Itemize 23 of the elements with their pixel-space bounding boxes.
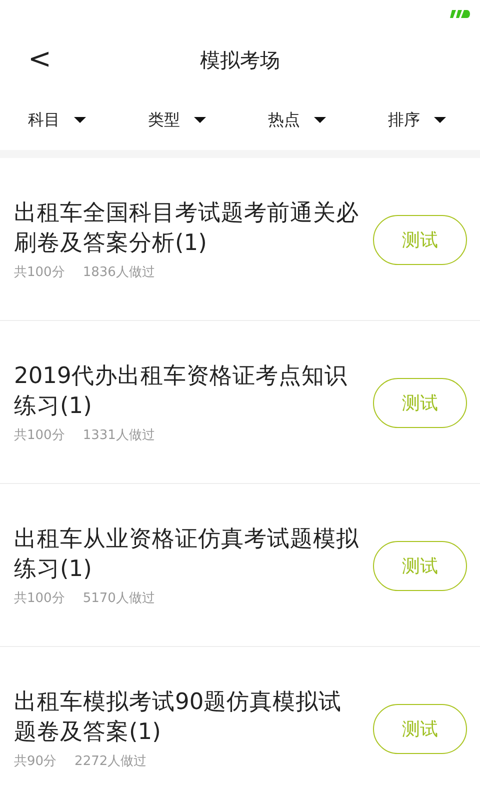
exam-title: 2019代办出租车资格证考点知识练习(1) <box>14 362 348 421</box>
caret-icon <box>434 117 446 123</box>
caret-icon <box>74 117 86 123</box>
page-title: 模拟考场 <box>200 46 280 74</box>
takers-count: 5170人做过 <box>82 590 155 608</box>
caret-icon <box>314 117 326 123</box>
filter-dropdown[interactable]: 类型 <box>120 110 206 130</box>
filter-dropdown[interactable]: 热点 <box>240 110 326 130</box>
caret-icon <box>194 117 206 123</box>
exam-title: 出租车从业资格证仿真考试题模拟练习(1) <box>14 525 359 584</box>
takers-count: 1836人做过 <box>82 264 155 282</box>
takers-count: 2272人做过 <box>74 753 147 771</box>
score-text: 共100分 <box>14 590 65 608</box>
score-text: 共100分 <box>14 427 65 445</box>
filter-dropdown[interactable]: 排序 <box>360 110 446 130</box>
score-text: 共100分 <box>14 264 65 282</box>
score-text: 共90分 <box>14 753 57 771</box>
filter-dropdown[interactable]: 科目 <box>0 110 86 130</box>
signal-icon <box>450 10 470 18</box>
exam-title: 出租车全国科目考试题考前通关必刷卷及答案分析(1) <box>14 199 359 258</box>
takers-count: 1331人做过 <box>82 427 155 445</box>
back-button[interactable]: < <box>24 42 56 75</box>
exam-title: 出租车模拟考试90题仿真模拟试题卷及答案(1) <box>14 688 343 747</box>
